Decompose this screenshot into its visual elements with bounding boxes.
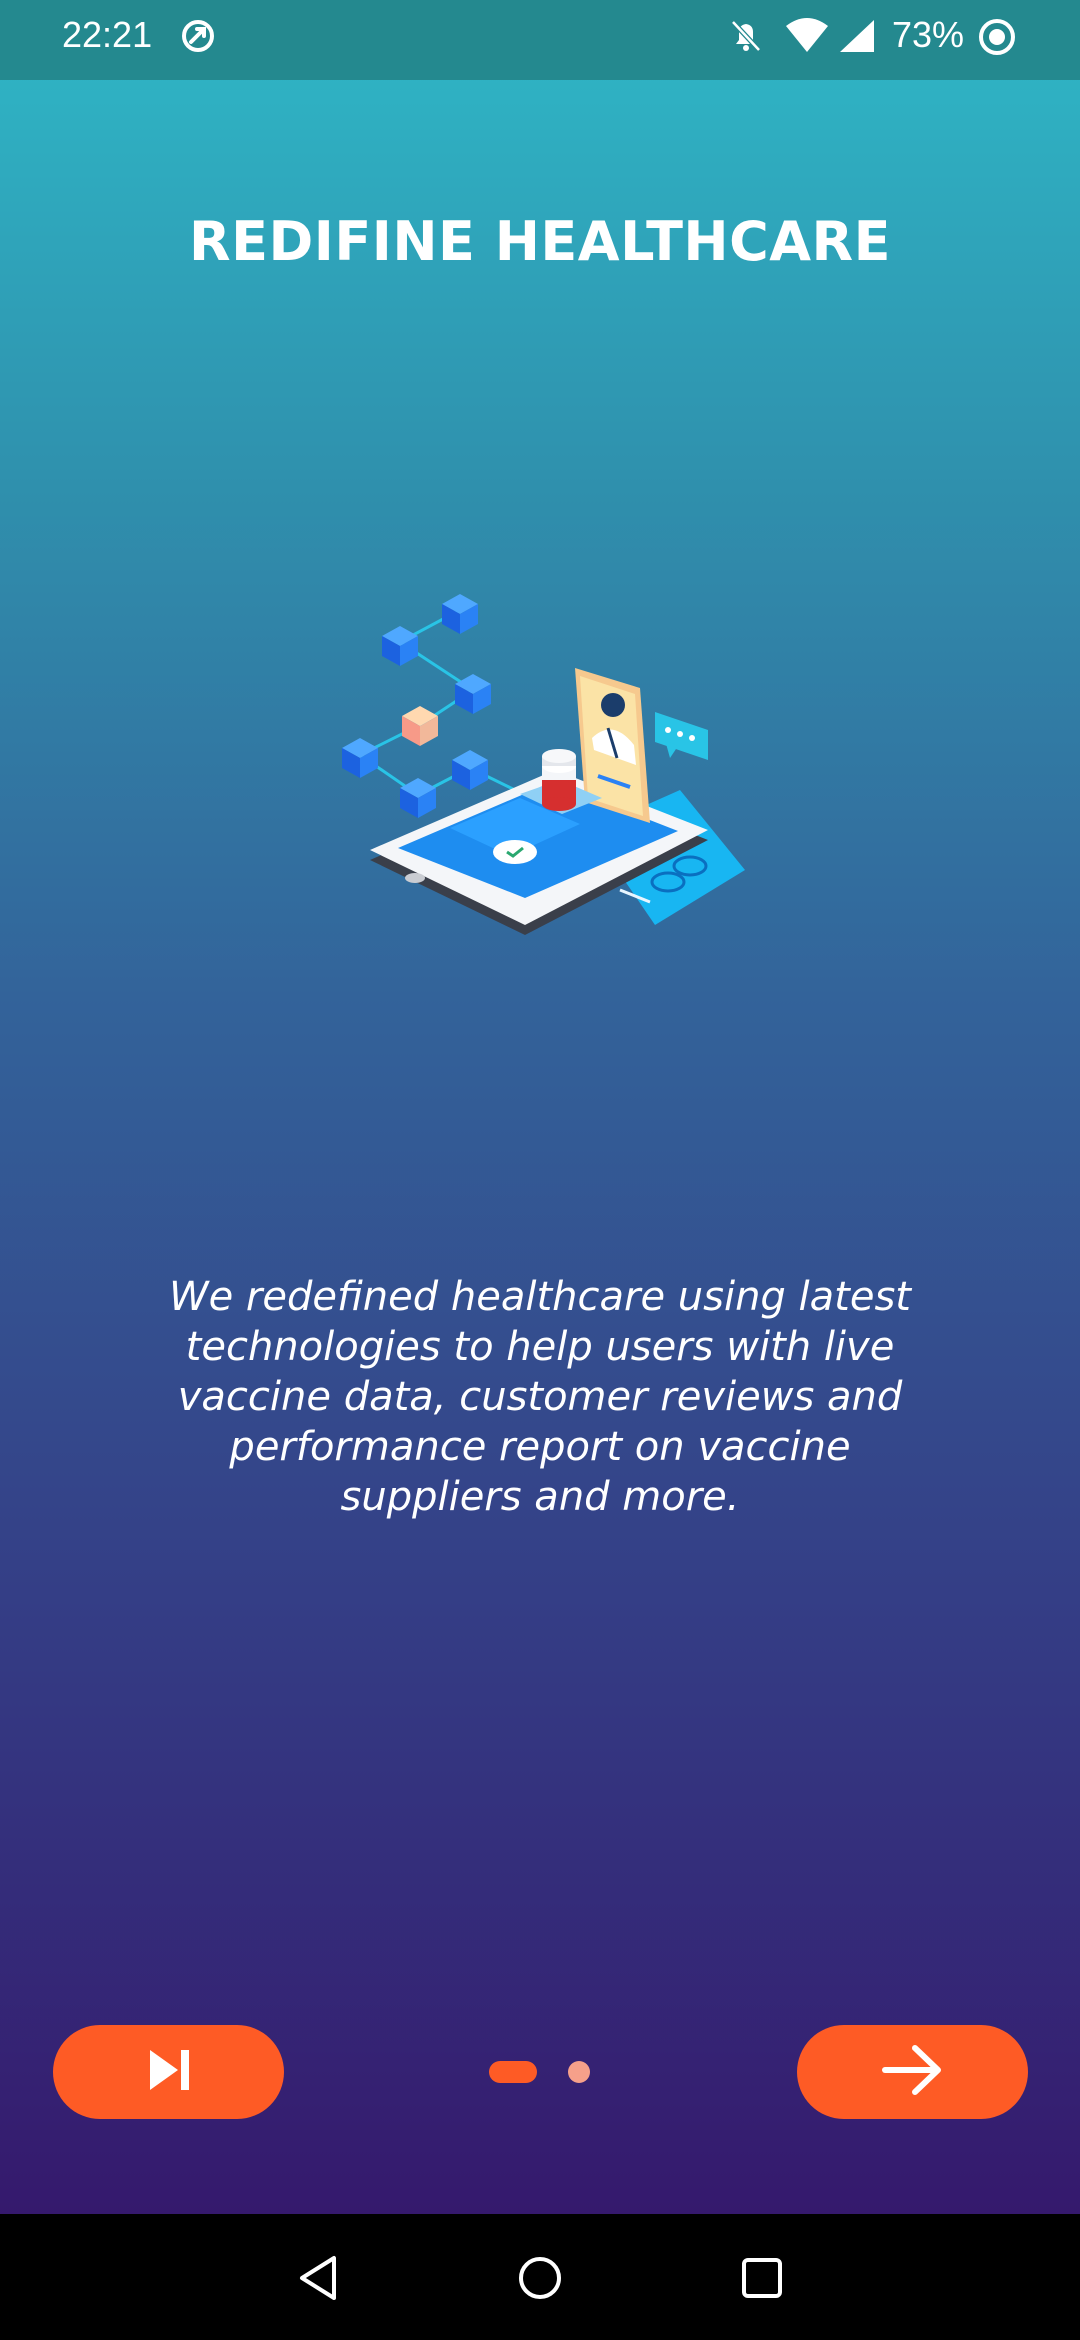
page-indicator-dot [568, 2061, 590, 2083]
status-time: 22:21 [62, 14, 153, 55]
skip-button[interactable] [53, 2025, 284, 2119]
arrow-right-icon [881, 2042, 945, 2102]
page-title: REDIFINE HEALTHCARE [188, 210, 891, 273]
next-button[interactable] [797, 2025, 1028, 2119]
skip-next-icon [144, 2045, 194, 2099]
onboarding-description: We redefined healthcare using latest tec… [169, 1274, 911, 1520]
gradient-background [0, 0, 1080, 2214]
system-nav-bar [0, 2214, 1080, 2340]
back-icon[interactable] [294, 2252, 346, 2308]
home-icon[interactable] [514, 2252, 566, 2308]
bell-off-icon [726, 16, 766, 60]
page-indicator-dot-active [489, 2061, 537, 2083]
wifi-icon [784, 16, 830, 60]
digital-healthcare-illustration [330, 580, 750, 940]
recents-icon[interactable] [736, 2252, 788, 2308]
sync-icon [178, 16, 218, 60]
status-bar: 22:21 73% [0, 0, 1080, 80]
signal-icon [838, 16, 876, 60]
battery-percentage: 73% [892, 14, 965, 55]
onboarding-screen: 22:21 73% REDIFINE HEALTHCARE We redefin… [0, 0, 1080, 2340]
battery-icon [976, 16, 1018, 62]
